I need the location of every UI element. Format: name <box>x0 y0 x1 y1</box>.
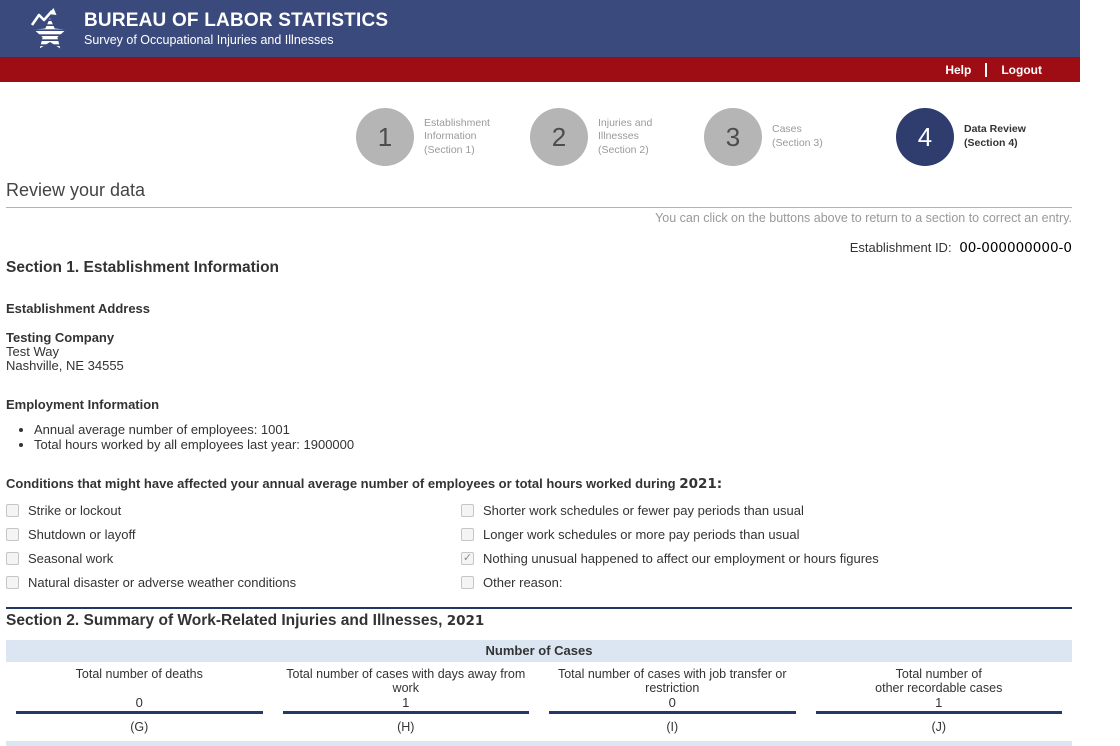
checkbox-nothing-unusual[interactable] <box>461 551 474 565</box>
condition-seasonal-work: Seasonal work <box>6 546 461 570</box>
condition-shorter-schedules: Shorter work schedules or fewer pay peri… <box>461 498 879 522</box>
table-columns: Total number of deaths 0 (G) Total numbe… <box>6 662 1072 741</box>
column-value: 1 <box>935 695 943 710</box>
checkbox-other-reason[interactable] <box>461 575 474 589</box>
section-1-heading: Section 1. Establishment Information <box>6 259 280 276</box>
column-letter: (J) <box>931 720 947 734</box>
checkbox-seasonal-work[interactable] <box>6 551 19 565</box>
employment-information-heading: Employment Information <box>6 397 160 412</box>
city-state-zip: Nashville, NE 34555 <box>6 358 124 373</box>
step-3-label: Cases (Section 3) <box>772 123 823 149</box>
section-divider <box>6 607 1072 609</box>
logout-link[interactable]: Logout <box>1001 63 1042 77</box>
checkbox-shorter-schedules[interactable] <box>461 503 474 517</box>
condition-natural-disaster: Natural disaster or adverse weather cond… <box>6 570 461 594</box>
condition-longer-schedules: Longer work schedules or more pay period… <box>461 522 879 546</box>
column-header: Total number of deaths <box>75 667 203 681</box>
establishment-id-value: 00-000000000-0 <box>959 240 1072 256</box>
condition-label: Natural disaster or adverse weather cond… <box>28 574 297 590</box>
column-header: Total number of cases with days away fro… <box>286 667 526 695</box>
condition-nothing-unusual: Nothing unusual happened to affect our e… <box>461 546 879 570</box>
column-header: Total number of other recordable cases <box>875 667 1003 695</box>
section-2-year: 2021 <box>446 613 485 629</box>
step-establishment-information[interactable]: 1 Establishment Information (Section 1) <box>356 108 506 166</box>
column-letter: (I) <box>666 720 679 734</box>
checkbox-longer-schedules[interactable] <box>461 527 474 541</box>
step-cases[interactable]: 3 Cases (Section 3) <box>704 108 854 166</box>
checkbox-shutdown-or-layoff[interactable] <box>6 527 19 541</box>
step-4-label: Data Review (Section 4) <box>964 123 1026 149</box>
column-total-deaths: Total number of deaths 0 (G) <box>6 662 273 741</box>
step-injuries-illnesses[interactable]: 2 Injuries and Illnesses (Section 2) <box>530 108 680 166</box>
conditions-left-column: Strike or lockout Shutdown or layoff Sea… <box>6 498 461 594</box>
brand-text: BUREAU OF LABOR STATISTICS Survey of Occ… <box>84 10 388 48</box>
condition-label: Seasonal work <box>28 550 114 566</box>
condition-label: Shutdown or layoff <box>28 526 136 542</box>
step-1-circle[interactable]: 1 <box>356 108 414 166</box>
page-title: Review your data <box>6 180 1072 208</box>
condition-label: Shorter work schedules or fewer pay peri… <box>483 502 804 518</box>
bls-star-logo-icon <box>30 7 66 48</box>
condition-label: Other reason: <box>483 574 563 590</box>
company-name: Testing Company <box>6 330 115 345</box>
column-days-away: Total number of cases with days away fro… <box>273 662 540 741</box>
step-1-label: Establishment Information (Section 1) <box>424 116 490 156</box>
section-2-heading: Section 2. Summary of Work-Related Injur… <box>6 612 1072 630</box>
main-content: Review your data You can click on the bu… <box>0 180 1080 746</box>
column-other-recordable: Total number of other recordable cases 1… <box>806 662 1073 741</box>
number-of-cases-table: Number of Cases Total number of deaths 0… <box>6 640 1072 746</box>
step-4-circle[interactable]: 4 <box>896 108 954 166</box>
condition-shutdown-or-layoff: Shutdown or layoff <box>6 522 461 546</box>
condition-label: Longer work schedules or more pay period… <box>483 526 800 542</box>
table-title: Number of Cases <box>6 640 1072 662</box>
checkbox-natural-disaster[interactable] <box>6 575 19 589</box>
next-table-header-strip <box>6 741 1072 746</box>
checkbox-strike-or-lockout[interactable] <box>6 503 19 517</box>
column-letter: (H) <box>397 720 415 734</box>
section-2-heading-text: Section 2. Summary of Work-Related Injur… <box>6 612 443 629</box>
step-data-review[interactable]: 4 Data Review (Section 4) <box>896 108 1046 166</box>
conditions-year: 2021: <box>679 476 723 492</box>
establishment-id-row: Establishment ID: 00-000000000-0 <box>6 240 1072 256</box>
brand-subtitle: Survey of Occupational Injuries and Illn… <box>84 33 334 48</box>
employment-list: Annual average number of employees: 1001… <box>34 422 1072 452</box>
cell: Total number of deaths 0 <box>16 662 263 714</box>
cell: Total number of cases with days away fro… <box>282 662 529 714</box>
employment-bullet-hours: Total hours worked by all employees last… <box>34 437 1072 452</box>
step-2-circle[interactable]: 2 <box>530 108 588 166</box>
street-address: Test Way <box>6 344 59 359</box>
conditions-heading: Conditions that might have affected your… <box>6 476 1072 492</box>
help-link[interactable]: Help <box>945 63 971 77</box>
red-nav-bar: Help Logout <box>0 57 1080 82</box>
establishment-address-heading: Establishment Address <box>6 301 151 316</box>
column-header: Total number of cases with job transfer … <box>557 667 787 695</box>
step-indicator: 1 Establishment Information (Section 1) … <box>0 108 1080 166</box>
establishment-id-label: Establishment ID: <box>849 240 952 255</box>
conditions-heading-text: Conditions that might have affected your… <box>6 476 676 491</box>
condition-label: Strike or lockout <box>28 502 122 518</box>
condition-strike-or-lockout: Strike or lockout <box>6 498 461 522</box>
page: BUREAU OF LABOR STATISTICS Survey of Occ… <box>0 0 1080 746</box>
step-3-circle[interactable]: 3 <box>704 108 762 166</box>
column-value: 0 <box>668 695 676 710</box>
column-job-transfer: Total number of cases with job transfer … <box>539 662 806 741</box>
condition-other-reason: Other reason: <box>461 570 879 594</box>
employment-bullet-employees: Annual average number of employees: 1001 <box>34 422 1072 437</box>
nav-divider <box>985 62 988 77</box>
column-value: 0 <box>135 695 143 710</box>
condition-label: Nothing unusual happened to affect our e… <box>483 550 879 566</box>
conditions-right-column: Shorter work schedules or fewer pay peri… <box>461 498 879 594</box>
brand-title: BUREAU OF LABOR STATISTICS <box>84 9 389 31</box>
top-header-bar: BUREAU OF LABOR STATISTICS Survey of Occ… <box>0 0 1080 57</box>
cell: Total number of cases with job transfer … <box>549 662 796 714</box>
cell: Total number of other recordable cases 1 <box>815 662 1062 714</box>
correction-note: You can click on the buttons above to re… <box>655 211 1072 225</box>
conditions-checkbox-grid: Strike or lockout Shutdown or layoff Sea… <box>6 498 1072 594</box>
column-letter: (G) <box>130 720 149 734</box>
step-2-label: Injuries and Illnesses (Section 2) <box>598 116 653 156</box>
column-value: 1 <box>402 695 410 710</box>
